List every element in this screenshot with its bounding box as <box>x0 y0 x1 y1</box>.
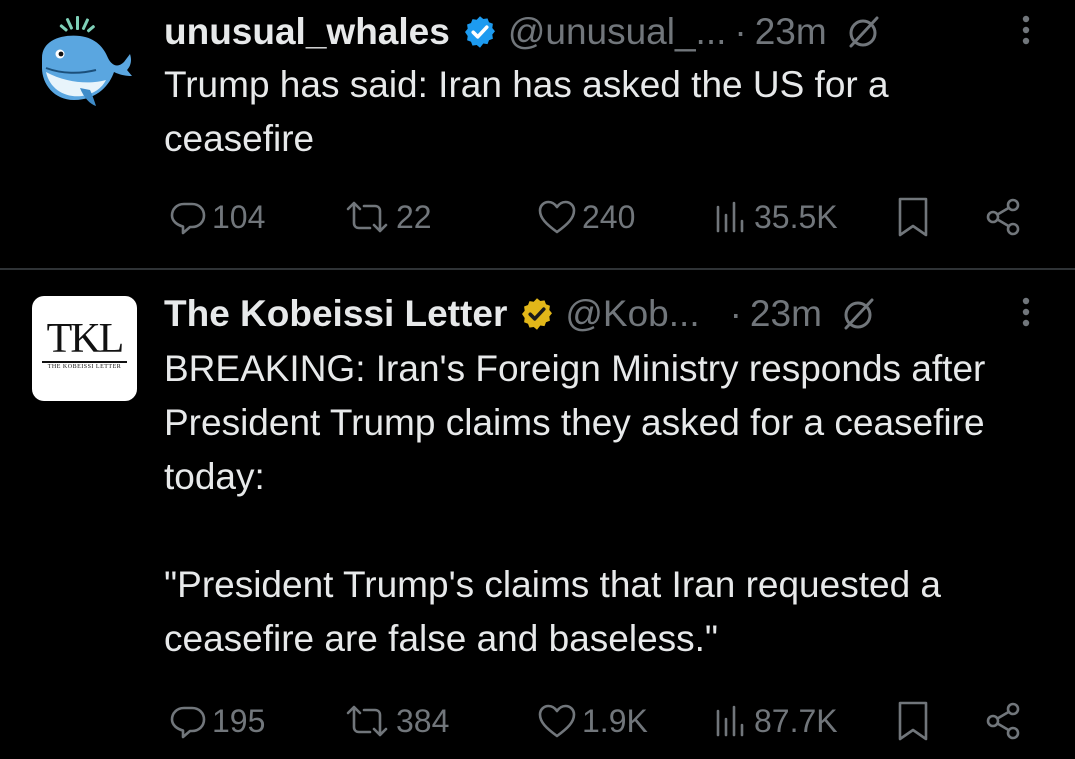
tkl-logo-subtitle: THE KOBEISSI LETTER <box>47 364 122 370</box>
bookmark-icon <box>898 197 928 237</box>
share-button[interactable] <box>981 696 1025 746</box>
heart-icon <box>538 200 576 234</box>
tweet-text: BREAKING: Iran's Foreign Ministry respon… <box>164 348 986 659</box>
bookmark-button[interactable] <box>894 696 932 746</box>
view-count: 87.7K <box>754 702 838 739</box>
like-count: 1.9K <box>582 702 648 739</box>
reply-button[interactable]: 104 <box>168 192 265 242</box>
tweet-header: The Kobeissi Letter @Kob... · 23m <box>164 292 878 336</box>
heart-icon <box>538 704 576 738</box>
like-button[interactable]: 1.9K <box>536 696 648 746</box>
separator-dot: · <box>734 11 747 52</box>
tweet-header: unusual_whales @unusual_... · 23m <box>164 10 883 54</box>
repost-button[interactable]: 22 <box>342 192 432 242</box>
repost-count: 22 <box>396 198 432 235</box>
repost-icon <box>346 201 388 233</box>
tkl-logo-mark: TKL <box>46 316 125 362</box>
grok-icon[interactable] <box>843 12 883 52</box>
repost-icon <box>346 705 388 737</box>
reply-count: 104 <box>212 198 266 235</box>
whale-logo-icon <box>42 16 132 106</box>
views-button[interactable]: 87.7K <box>710 696 838 746</box>
reply-count: 195 <box>212 702 266 739</box>
blue-verified-badge-icon <box>464 16 495 48</box>
author-name[interactable]: unusual_whales <box>164 10 450 54</box>
gold-verified-badge-icon <box>522 298 553 330</box>
like-count: 240 <box>582 198 636 235</box>
bookmark-button[interactable] <box>894 192 932 242</box>
author-handle[interactable]: @unusual_... <box>508 10 727 54</box>
tweet-kobeissi-letter[interactable]: TKL THE KOBEISSI LETTER The Kobeissi Let… <box>0 270 1075 759</box>
bookmark-icon <box>898 701 928 741</box>
repost-count: 384 <box>396 702 450 739</box>
reply-icon <box>170 706 206 739</box>
kobeissi-letter-avatar[interactable]: TKL THE KOBEISSI LETTER <box>32 296 137 401</box>
share-icon <box>986 702 1020 740</box>
separator-dot: · <box>729 293 742 334</box>
reply-button[interactable]: 195 <box>168 696 265 746</box>
share-button[interactable] <box>981 192 1025 242</box>
more-options-icon[interactable] <box>1016 8 1036 52</box>
tweet-text: Trump has said: Iran has asked the US fo… <box>164 64 899 159</box>
reply-icon <box>170 202 206 235</box>
repost-button[interactable]: 384 <box>342 696 449 746</box>
unusual-whales-avatar[interactable] <box>32 10 137 115</box>
analytics-bars-icon <box>716 705 744 737</box>
author-name[interactable]: The Kobeissi Letter <box>164 292 507 336</box>
views-button[interactable]: 35.5K <box>710 192 838 242</box>
tweet-actions: 104 22 240 35.5K <box>164 192 1044 242</box>
timestamp[interactable]: 23m <box>755 10 827 54</box>
analytics-bars-icon <box>716 201 744 233</box>
share-icon <box>986 198 1020 236</box>
timestamp[interactable]: 23m <box>750 292 822 336</box>
like-button[interactable]: 240 <box>536 192 635 242</box>
tweet-actions: 195 384 1.9K 87.7K <box>164 696 1044 746</box>
tweet-unusual-whales[interactable]: unusual_whales @unusual_... · 23m Trump … <box>0 0 1075 268</box>
author-handle[interactable]: @Kob... <box>565 292 699 336</box>
tkl-logo-rule <box>42 361 127 363</box>
more-options-icon[interactable] <box>1016 290 1036 334</box>
grok-icon[interactable] <box>838 294 878 334</box>
view-count: 35.5K <box>754 198 838 235</box>
